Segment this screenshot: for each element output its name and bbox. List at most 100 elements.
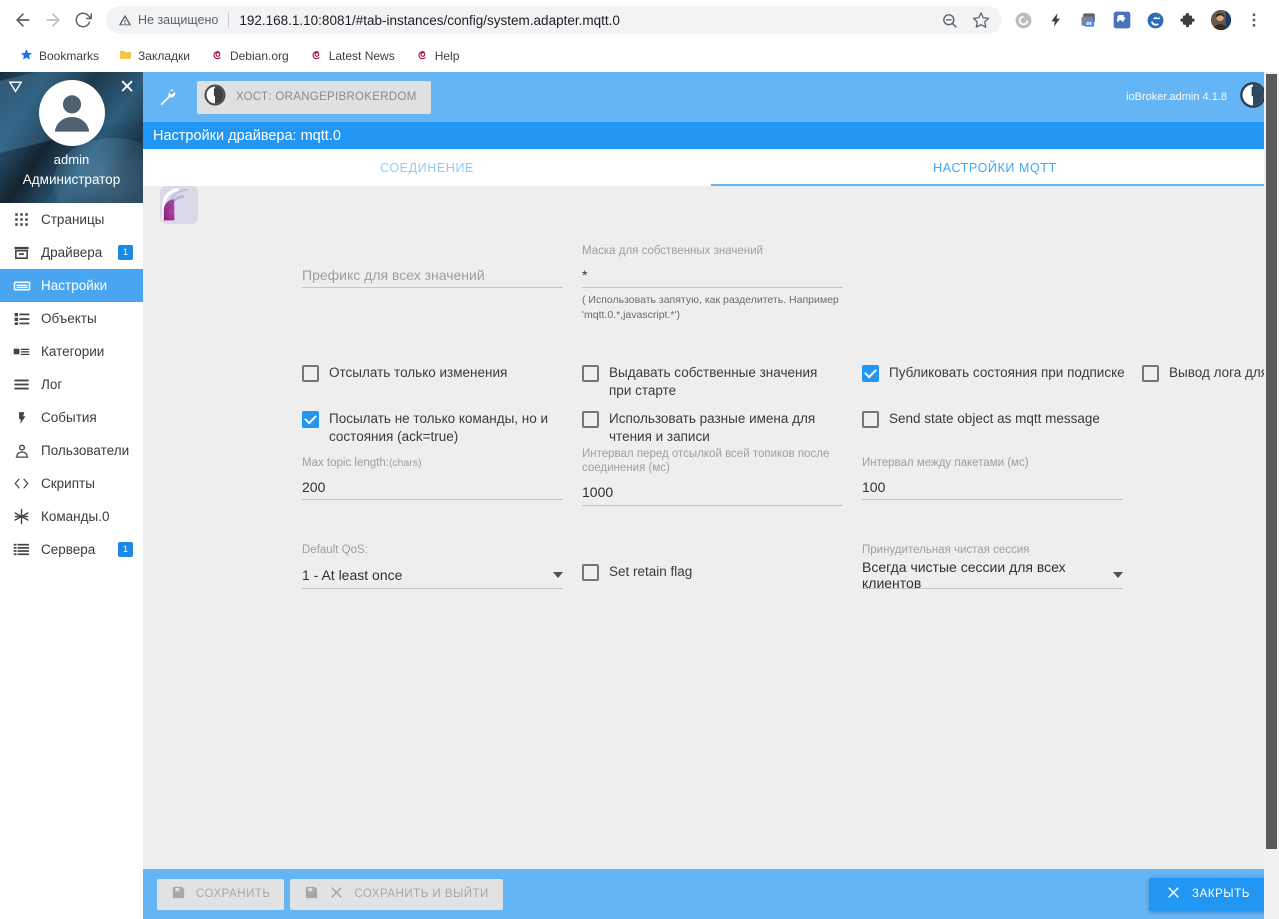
sidebar-item-objects[interactable]: Объекты [0,302,143,335]
bookmark-item-latest-news[interactable]: Latest News [301,45,403,68]
default-qos-value: 1 - At least once [302,566,403,583]
checkbox-row-different-names[interactable]: Использовать разные имена для чтения и з… [582,410,840,446]
debian-icon [210,48,224,65]
instances-icon [12,277,31,295]
zoom-out-icon[interactable] [941,12,958,29]
close-button[interactable]: ЗАКРЫТЬ [1149,877,1267,911]
three-dot-menu-icon[interactable] [1241,7,1267,33]
bookmark-item-bookmarks[interactable]: Bookmarks [12,45,107,67]
security-warning[interactable]: Не защищено [118,13,218,27]
star-icon [20,48,33,64]
security-warning-label: Не защищено [138,13,219,27]
interval-between-packets-input[interactable] [862,474,1123,501]
sidebar-item-scripts[interactable]: Скрипты [0,467,143,500]
reload-button[interactable] [68,5,98,35]
warning-triangle-icon [118,13,132,27]
edge-e-icon[interactable] [1142,7,1168,33]
checkbox-label: Set retain flag [609,564,693,579]
tab-bar: СОЕДИНЕНИЕ НАСТРОЙКИ MQTT [143,149,1279,186]
sidebar-item-label: События [41,410,97,425]
sidebar-item-instances[interactable]: Настройки [0,269,143,302]
field-max-topic-length: Max topic length:(chars) [302,456,563,501]
host-selector[interactable]: ХОСТ: ORANGEPIBROKERDOM [197,80,431,114]
checkbox-publish-on-subscribe[interactable] [862,365,879,382]
close-icon[interactable]: ✕ [119,78,135,97]
interval-after-connect-input[interactable] [582,479,843,506]
browser-nav-row: Не защищено 192.168.1.10:8081/#tab-insta… [0,0,1279,40]
forward-button[interactable] [38,5,68,35]
force-clean-session-value: Всегда чистые сессии для всех клиентов [862,558,1066,591]
sidebar-item-adapters[interactable]: Драйвера 1 [0,236,143,269]
omnibox-actions [941,11,992,29]
max-topic-length-input[interactable] [302,474,563,501]
mask-input[interactable] [582,262,843,289]
sidebar-item-label: Объекты [41,311,97,326]
snowflake-icon [12,508,31,525]
field-prefix [302,262,563,288]
wrench-icon[interactable] [157,87,177,107]
bookmark-label: Help [434,49,460,63]
avatar[interactable] [38,80,105,146]
events-bolt-icon [12,410,31,426]
checkbox-log-each-change[interactable] [1142,365,1159,382]
checkbox-send-state-object[interactable] [862,411,879,428]
sidebar-item-hosts[interactable]: Сервера 1 [0,533,143,566]
profile-avatar-icon[interactable] [1208,7,1234,33]
sidebar-item-categories[interactable]: Категории [0,335,143,368]
force-clean-session-label: Принудительная чистая сессия [862,544,1030,556]
objects-list-icon [12,311,31,327]
grammar-circle-icon[interactable] [1010,7,1036,33]
star-icon[interactable] [972,11,990,29]
mqtt-adapter-logo-icon [160,186,198,224]
interval-after-connect-label: Интервал перед отсылкой всей топиков пос… [582,448,830,475]
sidebar-item-pages[interactable]: Страницы [0,203,143,236]
sidebar-item-log[interactable]: Лог [0,368,143,401]
save-button[interactable]: СОХРАНИТЬ [157,878,285,910]
sidebar-item-label: Страницы [41,212,105,227]
close-button-label: ЗАКРЫТЬ [1192,888,1250,900]
checkbox-row-send-state-object[interactable]: Send state object as mqtt message [862,410,1127,428]
lightning-bolt-icon[interactable] [1043,7,1069,33]
field-interval-between-packets: Интервал между пакетами (мс) [862,456,1123,501]
sidebar-item-users[interactable]: Пользователи [0,434,143,467]
page-scrollbar-thumb[interactable] [1266,74,1277,849]
puzzle-blue-icon[interactable] [1109,7,1135,33]
iobroker-logo-icon[interactable] [1239,81,1267,114]
puzzle-dark-icon[interactable] [1175,7,1201,33]
tab-mqtt-settings[interactable]: НАСТРОЙКИ MQTT [711,149,1279,186]
extension-icons [1010,7,1271,33]
checkbox-send-ack-states[interactable] [302,411,319,428]
bookmarks-bar: Bookmarks Закладки Debian.org Latest New… [0,40,1279,72]
default-qos-select[interactable]: 1 - At least once [302,561,563,590]
save-button-label: СОХРАНИТЬ [196,888,271,900]
checkbox-different-names[interactable] [582,411,599,428]
sidebar-username: admin [53,152,90,167]
sidebar: ✕ admin Администратор Страницы Драйвера … [0,72,143,919]
checkbox-send-only-changes[interactable] [302,365,319,382]
dialog-footer: СОХРАНИТЬ СОХРАНИТЬ И ВЫЙТИ ЗАКРЫТЬ [143,869,1279,919]
page-scrollbar[interactable] [1264,72,1279,919]
sidebar-item-events[interactable]: События [0,401,143,434]
force-clean-session-select[interactable]: Всегда чистые сессии для всех клиентов [862,558,1123,591]
bookmark-item-zakladki[interactable]: Закладки [111,45,198,67]
checkbox-set-retain-flag[interactable] [582,564,599,581]
tab-connection[interactable]: СОЕДИНЕНИЕ [143,149,711,186]
interval-between-packets-label: Интервал между пакетами (мс) [862,457,1029,469]
back-button[interactable] [8,5,38,35]
bookmark-item-debian[interactable]: Debian.org [202,45,297,68]
bookmark-item-help[interactable]: Help [407,45,468,68]
checkbox-row-publish-on-subscribe[interactable]: Публиковать состояния при подписке [862,364,1127,382]
checkbox-publish-own-on-start[interactable] [582,365,599,382]
checkbox-row-log-each-change[interactable]: Вывод лога для каждого изменения [1142,364,1279,382]
tab-stack-icon[interactable] [1076,7,1102,33]
checkbox-row-publish-own-on-start[interactable]: Выдавать собственные значения при старте [582,364,840,400]
collapse-triangle-icon[interactable] [7,78,24,100]
checkbox-label: Использовать разные имена для чтения и з… [609,411,816,445]
checkbox-row-set-retain-flag[interactable]: Set retain flag [582,563,840,581]
omnibox[interactable]: Не защищено 192.168.1.10:8081/#tab-insta… [106,6,1002,34]
sidebar-item-commands[interactable]: Команды.0 [0,500,143,533]
checkbox-row-send-only-changes[interactable]: Отсылать только изменения [302,364,557,382]
save-and-close-button[interactable]: СОХРАНИТЬ И ВЫЙТИ [290,878,503,910]
prefix-input[interactable] [302,262,563,288]
checkbox-row-send-ack-states[interactable]: Посылать не только команды, но и состоян… [302,410,557,446]
